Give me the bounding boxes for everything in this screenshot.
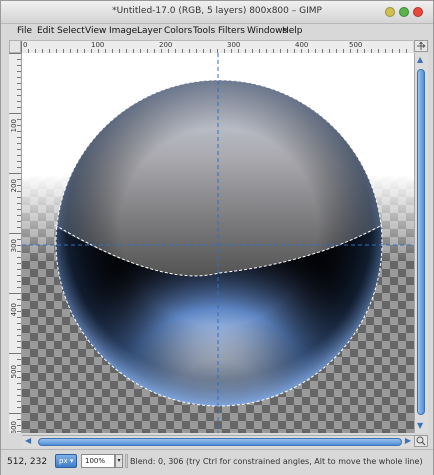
navigate-icon[interactable] (414, 40, 428, 52)
menu-help[interactable]: Help (282, 26, 303, 36)
chevron-down-icon[interactable]: ▾ (115, 454, 123, 468)
gimp-window: *Untitled-17.0 (RGB, 5 layers) 800x800 –… (0, 0, 434, 475)
ruler-label: 300 (227, 41, 241, 49)
cancel-button[interactable] (125, 454, 128, 468)
chevron-down-icon: ▾ (67, 457, 74, 465)
ruler-label: 200 (10, 179, 18, 193)
menu-tools[interactable]: Tools (193, 26, 215, 36)
ruler-label: 100 (10, 119, 18, 133)
ruler-label: 400 (295, 41, 309, 49)
menu-layer[interactable]: Layer (137, 26, 162, 36)
menu-bar: File Edit Select View Image Layer Colors… (1, 24, 433, 39)
status-message: Blend: 0, 306 (try Ctrl for constrained … (130, 457, 423, 466)
minimize-icon[interactable] (385, 7, 395, 17)
ruler-label: 500 (10, 365, 18, 379)
ruler-label: 0 (23, 41, 28, 49)
maximize-icon[interactable] (399, 7, 409, 17)
image-canvas[interactable] (22, 53, 414, 433)
arrow-up-icon[interactable]: ▲ (417, 55, 423, 65)
window-title: *Untitled-17.0 (RGB, 5 layers) 800x800 –… (112, 6, 322, 16)
ruler-label: 400 (10, 303, 18, 317)
zoom-field[interactable]: 100% (81, 454, 115, 468)
unit-value: px (59, 457, 68, 465)
ruler-label: 300 (10, 239, 18, 253)
menu-filters[interactable]: Filters (218, 26, 245, 36)
close-icon[interactable] (413, 7, 423, 17)
title-bar[interactable]: *Untitled-17.0 (RGB, 5 layers) 800x800 –… (1, 1, 433, 24)
quick-mask-toggle[interactable] (9, 40, 21, 53)
arrow-down-icon[interactable]: ▼ (417, 421, 423, 431)
menu-edit[interactable]: Edit (37, 26, 54, 36)
menu-file[interactable]: File (17, 26, 32, 36)
navigate-icon (417, 41, 426, 50)
vertical-ruler[interactable]: 100 200 300 400 500 600 (9, 53, 22, 433)
pointer-coordinates: 512, 232 (7, 457, 48, 467)
horizontal-scrollbar[interactable]: ◀ ▶ (22, 435, 414, 447)
arrow-left-icon[interactable]: ◀ (25, 436, 31, 446)
zoom-icon (416, 436, 426, 446)
zoom-icon[interactable] (414, 435, 428, 447)
vertical-scrollbar[interactable]: ▲ ▼ (414, 53, 428, 433)
horizontal-ruler[interactable]: 0 100 200 300 400 500 (21, 40, 413, 54)
ruler-label: 500 (349, 41, 363, 49)
horizontal-scroll-thumb[interactable] (38, 438, 402, 446)
ruler-label: 100 (91, 41, 105, 49)
vertical-scroll-thumb[interactable] (417, 69, 425, 415)
menu-select[interactable]: Select (57, 26, 85, 36)
menu-view[interactable]: View (85, 26, 106, 36)
unit-selector[interactable]: px ▾ (55, 454, 77, 468)
ruler-label: 200 (159, 41, 173, 49)
menu-image[interactable]: Image (109, 26, 137, 36)
status-bar: 512, 232 px ▾ 100% ▾ Blend: 0, 306 (try … (1, 449, 433, 475)
menu-colors[interactable]: Colors (164, 26, 192, 36)
arrow-right-icon[interactable]: ▶ (405, 436, 411, 446)
canvas-image (22, 53, 414, 433)
ruler-label: 600 (10, 421, 18, 433)
